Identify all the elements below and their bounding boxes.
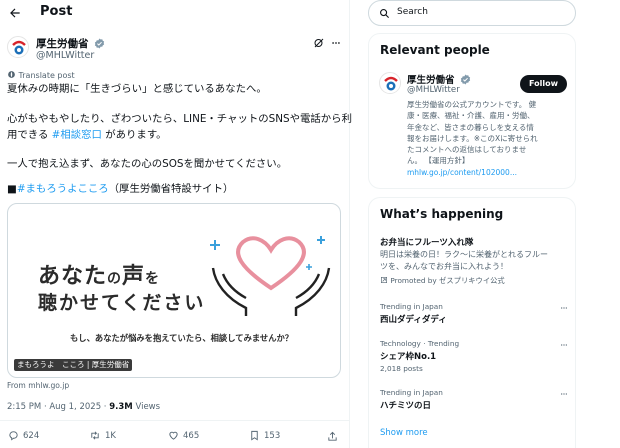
bio-line: 報をお届けします。※このXに寄せられ [407,133,538,143]
trend-name[interactable]: 西山ダディダディ [380,313,447,325]
more-options-icon[interactable] [559,341,569,349]
hashtag-consultation-link[interactable]: #相談窓口 [52,129,102,141]
verified-gray-badge-icon [460,74,470,85]
post-text-segment: があります。 [101,129,167,141]
reply-icon [9,431,18,441]
relevant-people-panel: Relevant people 厚生労働省 @MHLWitter Follow … [368,33,576,189]
author-handle[interactable]: @MHLWitter [36,50,94,61]
card-headline-part: を [145,271,161,287]
card-label-badge: まもろうよ こころ | 厚生労働省 [14,359,133,371]
mhlw-logo-icon [9,38,28,57]
repost-icon [91,431,99,440]
post-text-bullet: ■ [7,183,17,195]
trend-posts: 2,018 posts [380,364,423,373]
promoted-icon [381,277,387,283]
relevant-avatar[interactable] [379,72,401,94]
bio-link[interactable]: mhlw.go.jp/content/102000... [407,167,538,178]
card-headline-part: の [107,271,123,287]
timestamp-text[interactable]: 2:15 PM · Aug 1, 2025 · [7,402,109,412]
repost-button[interactable]: 1K [89,430,116,441]
share-icon[interactable] [327,431,338,442]
trend-name[interactable]: シェア枠No.1 [380,350,436,362]
heart-icon [169,431,178,440]
reply-button[interactable]: 624 [8,430,39,441]
page-title: Post [40,4,73,19]
promo-desc-line: 明日は栄養の日！ラク〜に栄養がとれるフルー [380,250,548,259]
badge-text: 厚生労働省 [91,360,130,369]
promo-title[interactable]: お弁当にフルーツ入れ隊 [380,236,473,248]
bookmark-icon [251,430,258,441]
sidebar: Search Relevant people 厚生労働省 @MHLWitter … [360,0,620,448]
relevant-name-row[interactable]: 厚生労働省 [407,72,471,86]
more-options-icon[interactable] [559,304,569,312]
views-label: Views [132,402,161,412]
trend-meta: Trending in Japan [380,302,443,311]
author-name-row[interactable]: 厚生労働省 [36,36,105,51]
hashtag-mamorouyo-link[interactable]: #まもろうよこころ [17,183,109,195]
card-headline-line-1: あなたの声を [38,258,160,290]
more-options-icon[interactable] [330,38,342,48]
show-more-link[interactable]: Show more [380,428,428,438]
relevant-bio: 厚生労働省の公式アカウントです。 健 康・医療、福祉・介護、雇用・労働、 年金な… [407,99,538,178]
whats-happening-title: What’s happening [380,207,504,221]
translate-post-label[interactable]: Translate post [19,71,75,80]
more-options-icon[interactable] [559,390,569,398]
grok-icon[interactable] [313,37,325,49]
like-count: 465 [183,430,200,441]
trend-meta: Trending in Japan [380,388,443,397]
promo-desc-line: ツを、みんなでお弁当に入れよう！ [380,262,508,271]
trend-meta: Technology · Trending [380,339,460,348]
author-avatar[interactable] [7,36,29,58]
promoted-by-text: Promoted by ゼスプリキウイ公式 [390,276,505,285]
search-icon [380,9,390,19]
badge-text: まもろうよ こころ [17,360,85,369]
relevant-handle[interactable]: @MHLWitter [407,85,460,95]
views-count: 9.3M [109,402,133,412]
link-card-image[interactable]: あなたの声を 聴かせてください もし、あなたが悩みを抱えていたら、相談してみませ… [7,203,341,378]
post-text-line-1: 夏休みの時期に「生きづらい」と感じているあなたへ。 [7,83,267,95]
card-headline-part: あなた [38,264,108,289]
divider [0,420,350,421]
search-placeholder: Search [397,7,428,17]
like-button[interactable]: 465 [168,430,199,441]
post-text-line-3: 用できる #相談窓口 があります。 [7,127,167,143]
post-text-line-4: 一人で抱え込まず、あなたの心のSOSを聞かせてください。 [7,158,288,170]
search-input[interactable]: Search [368,0,576,26]
verified-gray-badge-icon [95,38,105,49]
post-text-segment: 用できる [7,129,52,141]
bio-line: 康・医療、福祉・介護、雇用・労働、 [407,111,535,121]
card-headline-line-2: 聴かせてください [38,292,206,314]
card-subtitle: もし、あなたが悩みを抱えていたら、相談してみませんか？ [70,333,294,343]
bio-line: ん。 【運用方針】 [407,156,470,166]
trend-name[interactable]: ハチミツの日 [380,399,431,411]
heart-hands-illustration [210,236,331,316]
post-text-line-2: 心がもやもやしたり、ざわついたら、LINE・チャットのSNSや電話から利 [7,113,352,125]
bio-line: 年金など、皆さまの暮らしを支える情 [407,122,534,132]
card-source[interactable]: From mhlw.go.jp [7,381,69,390]
whats-happening-panel: What’s happening お弁当にフルーツ入れ隊 明日は栄養の日！ラク〜… [368,197,576,448]
post-text-line-5: ■#まもろうよこころ（厚生労働省特設サイト） [7,181,233,197]
mhlw-logo-icon [381,74,400,93]
bookmark-button[interactable]: 153 [249,430,280,441]
repost-count: 1K [105,430,116,441]
post-column: Post 厚生労働省 @MHLWitter Translate post 夏休み… [0,0,352,448]
follow-button[interactable]: Follow [520,75,567,93]
card-headline-part: 声 [122,264,146,289]
reply-count: 624 [23,430,40,441]
author-name[interactable]: 厚生労働省 [36,38,89,50]
relevant-people-title: Relevant people [380,43,490,57]
post-text-segment: （厚生労働省特設サイト） [108,183,234,195]
post-header: Post [0,0,350,28]
post-timestamp[interactable]: 2:15 PM · Aug 1, 2025 · 9.3M Views [7,402,160,412]
bio-line: 厚生労働省の公式アカウントです。 健 [407,100,537,109]
back-arrow-icon[interactable] [8,6,22,20]
bio-line: たコメントへの返信はしておりませ [407,145,527,155]
translate-post-link[interactable]: Translate post [7,70,75,80]
bookmark-count: 153 [264,430,281,441]
translate-icon [8,71,15,78]
promoted-by: Promoted by ゼスプリキウイ公式 [380,276,505,286]
